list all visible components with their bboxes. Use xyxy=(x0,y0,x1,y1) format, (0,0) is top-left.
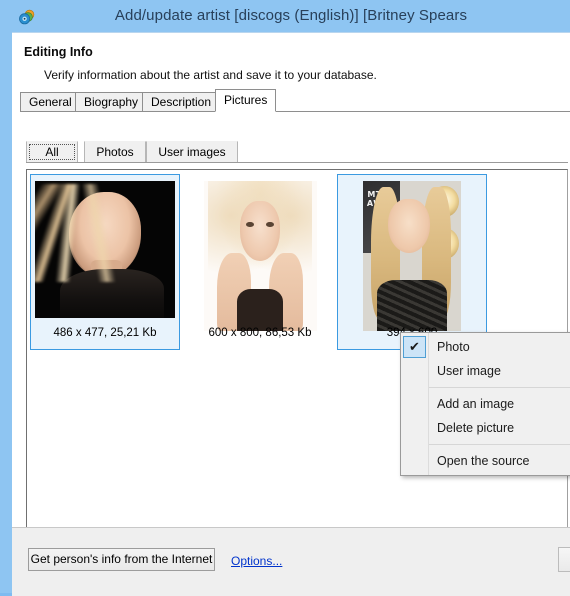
picture-label-2: 600 x 800, 86,53 Kb xyxy=(208,327,312,339)
main-tab-strip: General Biography Description Pictures xyxy=(20,89,570,112)
menu-item-photo[interactable]: ✔ Photo xyxy=(401,335,570,359)
art-dress xyxy=(237,289,283,331)
menu-item-open-the-source-label: Open the source xyxy=(437,454,530,468)
picture-thumbnail-2[interactable]: 600 x 800, 86,53 Kb xyxy=(185,174,335,350)
picture-thumbnail-3[interactable]: MTVAWA 394 x 600 xyxy=(337,174,487,350)
menu-item-open-the-source[interactable]: Open the source xyxy=(401,449,570,473)
title-bar[interactable]: Add/update artist [discogs (English)] [B… xyxy=(6,3,570,32)
subtab-photos[interactable]: Photos xyxy=(84,141,146,162)
menu-item-user-image[interactable]: User image xyxy=(401,359,570,383)
menu-separator-1 xyxy=(429,387,570,388)
window-title: Add/update artist [discogs (English)] [B… xyxy=(114,7,468,24)
menu-item-delete-picture[interactable]: Delete picture xyxy=(401,416,570,440)
page-subtitle: Verify information about the artist and … xyxy=(44,68,377,82)
art-face xyxy=(388,199,430,253)
art-eye-right xyxy=(265,221,274,227)
thumbnail-art-2 xyxy=(203,181,317,331)
picture-thumbnail-1[interactable]: 486 x 477, 25,21 Kb xyxy=(30,174,180,350)
picture-filter-tab-strip: All Photos User images xyxy=(26,141,568,163)
get-person-info-button[interactable]: Get person's info from the Internet xyxy=(28,548,215,571)
menu-item-photo-label: Photo xyxy=(437,340,470,354)
picture-image-3[interactable]: MTVAWA xyxy=(363,181,461,331)
picture-label-1: 486 x 477, 25,21 Kb xyxy=(53,327,157,339)
art-face xyxy=(239,200,281,261)
subtab-user-images[interactable]: User images xyxy=(146,141,238,162)
tab-pictures[interactable]: Pictures xyxy=(215,89,277,112)
back-button[interactable]: << xyxy=(558,547,570,572)
picture-image-1[interactable] xyxy=(35,181,175,318)
menu-item-add-an-image-label: Add an image xyxy=(437,397,515,411)
focus-rectangle xyxy=(29,144,75,160)
subtab-all[interactable]: All xyxy=(26,141,78,162)
options-link[interactable]: Options... xyxy=(231,554,282,568)
art-top xyxy=(376,280,448,331)
picture-image-2[interactable] xyxy=(203,181,317,331)
menu-item-delete-picture-label: Delete picture xyxy=(437,421,515,435)
picture-context-menu[interactable]: ✔ Photo User image Add an image Delete p… xyxy=(400,332,570,476)
dialog-window: Add/update artist [discogs (English)] [B… xyxy=(0,0,570,596)
menu-item-user-image-label: User image xyxy=(437,364,501,378)
dialog-client-area: Editing Info Verify information about th… xyxy=(12,32,570,596)
menu-item-add-an-image[interactable]: Add an image xyxy=(401,392,570,416)
tab-description[interactable]: Description xyxy=(142,92,221,112)
check-icon: ✔ xyxy=(403,336,426,358)
tab-general[interactable]: General xyxy=(20,92,81,112)
menu-separator-2 xyxy=(429,444,570,445)
subtab-user-images-label: User images xyxy=(158,145,226,159)
thumbnail-art-3: MTVAWA xyxy=(363,181,461,331)
art-eye-left xyxy=(246,221,255,227)
page-title: Editing Info xyxy=(24,45,93,59)
art-body xyxy=(60,268,164,318)
subtab-photos-label: Photos xyxy=(96,145,134,159)
tab-biography[interactable]: Biography xyxy=(75,92,148,112)
thumbnail-art-1 xyxy=(35,181,175,318)
art-neck xyxy=(91,260,122,283)
